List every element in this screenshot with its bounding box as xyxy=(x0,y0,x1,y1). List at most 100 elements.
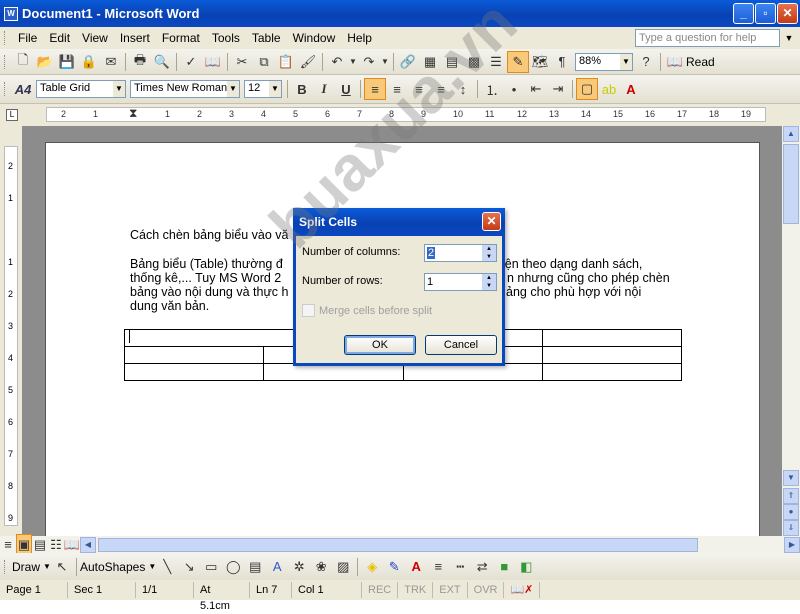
menu-format[interactable]: Format xyxy=(156,31,206,45)
minimize-button[interactable]: _ xyxy=(733,3,754,24)
line-style-icon[interactable]: ≡ xyxy=(427,556,449,578)
tab-selector-icon[interactable]: L xyxy=(6,109,18,121)
select-objects-icon[interactable]: ↖ xyxy=(51,556,73,578)
rectangle-icon[interactable]: ▭ xyxy=(200,556,222,578)
toolbar-grip[interactable] xyxy=(4,559,7,574)
vertical-ruler-scale[interactable]: 2 1 1 2 3 4 5 6 7 8 9 xyxy=(4,146,18,526)
menu-table[interactable]: Table xyxy=(246,31,287,45)
textbox-icon[interactable]: ▤ xyxy=(244,556,266,578)
print-icon[interactable]: 🖶 xyxy=(129,51,151,73)
dash-style-icon[interactable]: ┅ xyxy=(449,556,471,578)
open-folder-icon[interactable]: 📂 xyxy=(34,51,56,73)
menu-insert[interactable]: Insert xyxy=(114,31,156,45)
document-map-icon[interactable]: 🗺 xyxy=(529,51,551,73)
font-color-icon[interactable]: A xyxy=(405,556,427,578)
close-button[interactable]: ✕ xyxy=(777,3,798,24)
autoshapes-button[interactable]: AutoShapes xyxy=(80,560,145,574)
rows-value[interactable]: 1 xyxy=(427,276,433,288)
font-size-select[interactable]: 12 ▼ xyxy=(244,80,282,98)
borders-icon[interactable]: ▢ xyxy=(576,78,598,100)
spin-up-icon[interactable]: ▲ xyxy=(482,245,496,253)
decrease-indent-icon[interactable]: ⇤ xyxy=(525,78,547,100)
read-button[interactable]: Read xyxy=(686,55,715,69)
line-icon[interactable]: ╲ xyxy=(156,556,178,578)
underline-icon[interactable]: U xyxy=(335,78,357,100)
menu-help[interactable]: Help xyxy=(341,31,378,45)
shadow-style-icon[interactable]: ■ xyxy=(493,556,515,578)
research-icon[interactable]: 📖 xyxy=(202,51,224,73)
bold-icon[interactable]: B xyxy=(291,78,313,100)
spelling-status-icon[interactable]: 📖✗ xyxy=(504,582,541,598)
menu-view[interactable]: View xyxy=(76,31,114,45)
table-cell[interactable] xyxy=(541,363,683,381)
permission-icon[interactable]: 🔒 xyxy=(78,51,100,73)
paste-icon[interactable]: 📋 xyxy=(275,51,297,73)
bullets-icon[interactable]: • xyxy=(503,78,525,100)
italic-icon[interactable]: I xyxy=(313,78,335,100)
status-ovr[interactable]: OVR xyxy=(468,582,505,598)
oval-icon[interactable]: ◯ xyxy=(222,556,244,578)
select-browse-object-icon[interactable]: ● xyxy=(783,504,799,520)
font-color-icon[interactable]: A xyxy=(620,78,642,100)
table-cell[interactable] xyxy=(402,363,543,381)
save-icon[interactable]: 💾 xyxy=(56,51,78,73)
arrow-icon[interactable]: ↘ xyxy=(178,556,200,578)
toolbar-grip[interactable] xyxy=(4,31,7,45)
table-cell[interactable] xyxy=(123,346,265,364)
picture-icon[interactable]: ▨ xyxy=(332,556,354,578)
print-preview-icon[interactable]: 🔍 xyxy=(151,51,173,73)
redo-dropdown-icon[interactable]: ▼ xyxy=(380,51,390,73)
highlight-icon[interactable]: ab xyxy=(598,78,620,100)
menu-tools[interactable]: Tools xyxy=(206,31,246,45)
table-cell[interactable] xyxy=(263,363,404,381)
columns-stepper[interactable]: 2 ▲ ▼ xyxy=(424,244,497,262)
spin-up-icon[interactable]: ▲ xyxy=(482,274,496,282)
scroll-right-icon[interactable]: ▶ xyxy=(784,536,800,553)
maximize-button[interactable]: ▫ xyxy=(755,3,776,24)
h-scroll-thumb[interactable] xyxy=(98,537,698,552)
table-cell[interactable] xyxy=(123,363,265,381)
vertical-scrollbar[interactable]: ▲ ▼ ⇑ ● ⇓ xyxy=(782,126,800,536)
menu-file[interactable]: File xyxy=(12,31,43,45)
table-cell[interactable] xyxy=(541,346,683,364)
format-painter-icon[interactable]: 🖌 xyxy=(297,51,319,73)
columns-value[interactable]: 2 xyxy=(427,247,436,259)
indent-marker-icon[interactable]: ⧗ xyxy=(129,106,137,121)
wordart-icon[interactable]: A xyxy=(266,556,288,578)
toolbar-grip[interactable] xyxy=(4,54,7,69)
status-ext[interactable]: EXT xyxy=(433,582,468,598)
diagram-icon[interactable]: ✲ xyxy=(288,556,310,578)
table-cell[interactable] xyxy=(541,329,683,347)
zoom-select[interactable]: 88% ▼ xyxy=(575,52,633,71)
cut-icon[interactable]: ✂ xyxy=(231,51,253,73)
font-select[interactable]: Times New Roman ▼ xyxy=(130,80,240,98)
arrow-style-icon[interactable]: ⇄ xyxy=(471,556,493,578)
dialog-close-icon[interactable]: ✕ xyxy=(482,212,501,231)
clipart-icon[interactable]: ❀ xyxy=(310,556,332,578)
scroll-up-icon[interactable]: ▲ xyxy=(783,126,799,142)
prev-page-icon[interactable]: ⇑ xyxy=(783,488,799,504)
undo-icon[interactable]: ↶ xyxy=(326,51,348,73)
ask-question-input[interactable]: Type a question for help xyxy=(635,29,780,47)
next-page-icon[interactable]: ⇓ xyxy=(783,520,799,536)
ok-button[interactable]: OK xyxy=(344,335,416,355)
draw-menu-button[interactable]: Draw xyxy=(12,560,40,574)
spelling-icon[interactable]: ✓ xyxy=(180,51,202,73)
copy-icon[interactable]: ⧉ xyxy=(253,51,275,73)
increase-indent-icon[interactable]: ⇥ xyxy=(547,78,569,100)
fill-color-icon[interactable]: ◈ xyxy=(361,556,383,578)
menu-edit[interactable]: Edit xyxy=(43,31,76,45)
scroll-thumb[interactable] xyxy=(783,144,799,224)
spin-down-icon[interactable]: ▼ xyxy=(482,282,496,290)
email-icon[interactable]: ✉ xyxy=(100,51,122,73)
cancel-button[interactable]: Cancel xyxy=(425,335,497,355)
styles-formatting-icon[interactable]: A4 xyxy=(12,78,34,100)
undo-dropdown-icon[interactable]: ▼ xyxy=(348,51,358,73)
new-document-icon[interactable]: 🗋 xyxy=(12,51,34,73)
redo-icon[interactable]: ↷ xyxy=(358,51,380,73)
scroll-left-icon[interactable]: ◀ xyxy=(80,536,96,553)
read-icon[interactable]: 📖 xyxy=(664,51,686,73)
show-hide-icon[interactable]: ¶ xyxy=(551,51,573,73)
scroll-down-icon[interactable]: ▼ xyxy=(783,470,799,486)
spin-down-icon[interactable]: ▼ xyxy=(482,253,496,261)
